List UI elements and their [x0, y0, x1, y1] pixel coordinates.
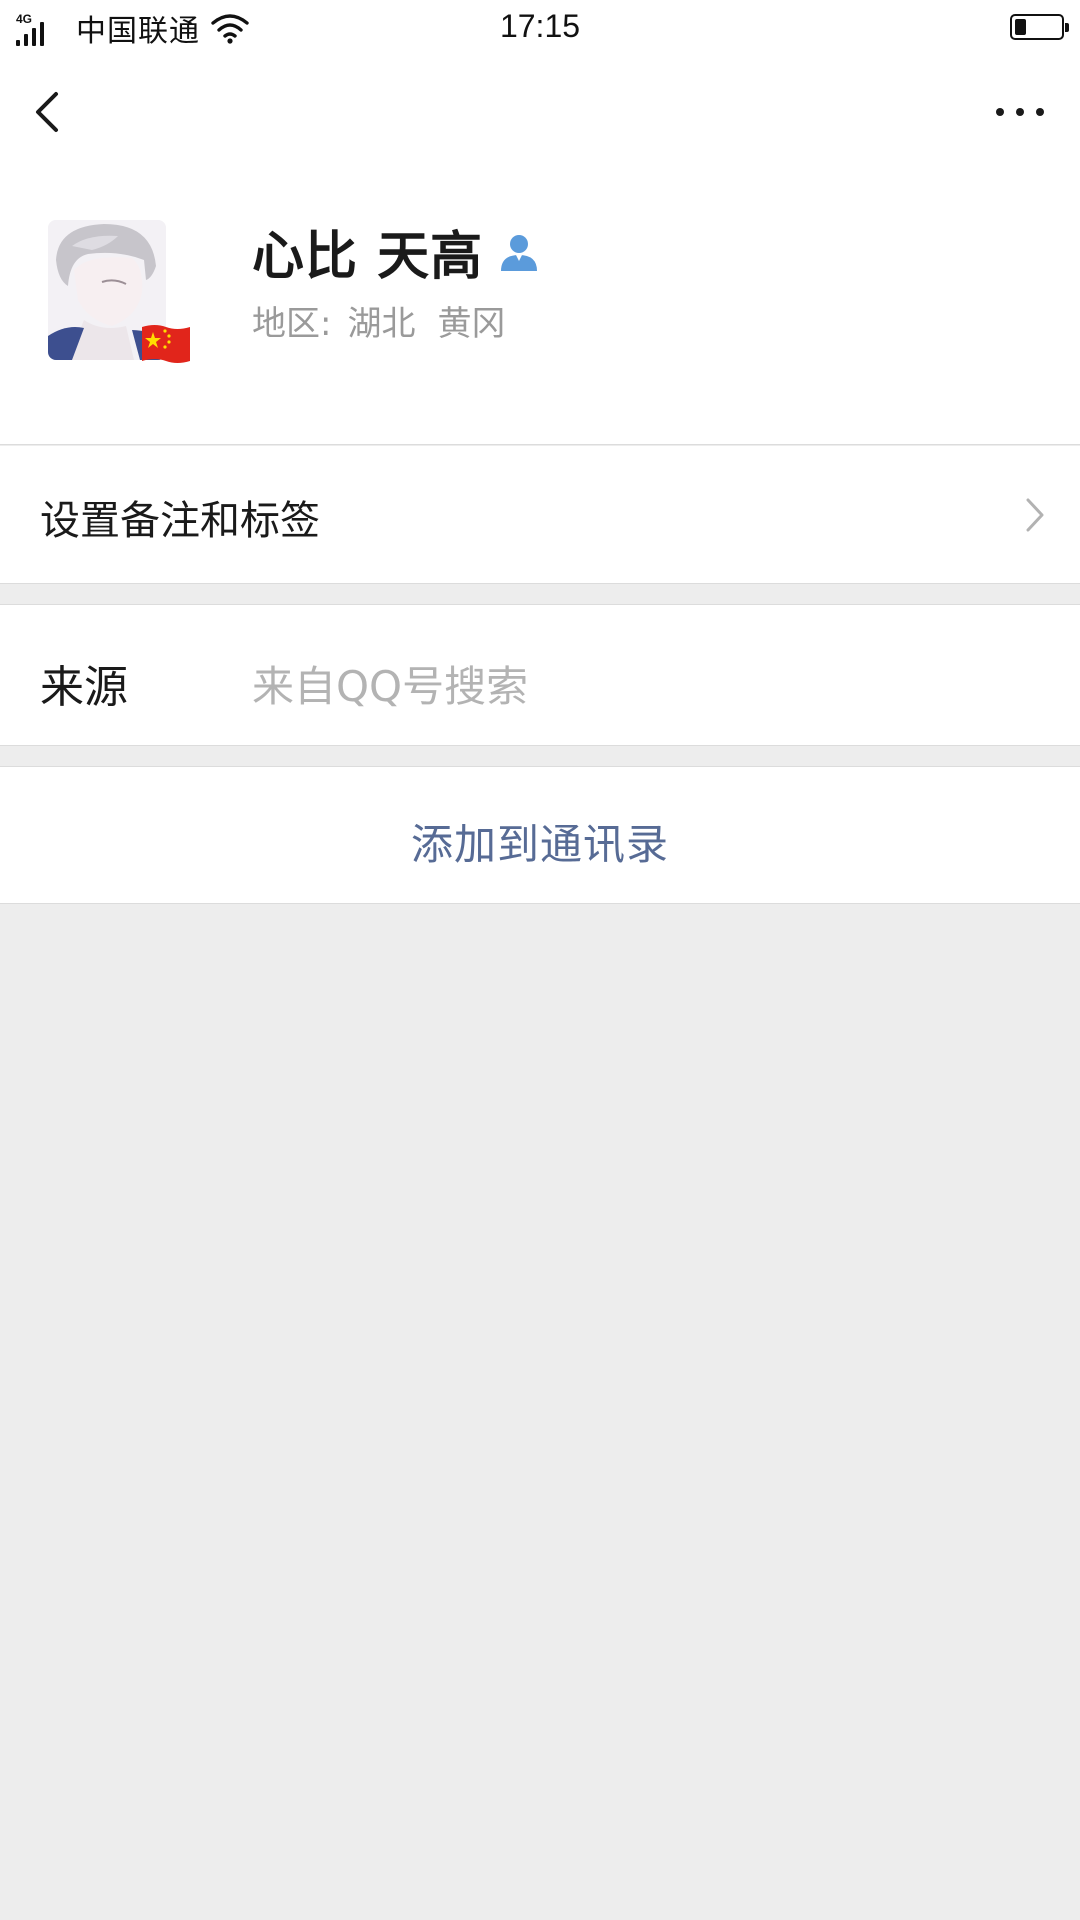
name-row: 心比 天高 [252, 214, 539, 289]
region-row: 地区: 湖北 黄冈 [252, 296, 527, 345]
status-bar: 4G 中国联通 17:15 [0, 0, 1080, 56]
region-city: 黄冈 [437, 304, 506, 344]
add-to-contacts-button[interactable]: 添加到通讯录 [0, 766, 1080, 904]
source-cell: 来源 来自QQ号搜索 [0, 604, 1080, 746]
more-horizontal-icon[interactable] [990, 92, 1050, 132]
male-user-icon [501, 234, 538, 271]
contact-profile-screen: 4G 中国联通 17:15 心比 天高 地区: 湖北 黄冈 设置备注和标签 来源… [0, 0, 1080, 1920]
china-flag-icon [142, 325, 190, 363]
set-remark-tags-label: 设置备注和标签 [40, 498, 320, 544]
chevron-left-icon[interactable] [24, 82, 74, 142]
region-label: 地区: [252, 304, 332, 344]
profile-header: 心比 天高 地区: 湖北 黄冈 [0, 170, 1080, 445]
contact-name: 心比 天高 [252, 227, 484, 287]
source-value: 来自QQ号搜索 [252, 662, 529, 711]
set-remark-tags-cell[interactable]: 设置备注和标签 [0, 446, 1080, 584]
region-province: 湖北 [347, 304, 416, 344]
battery-level [1015, 19, 1026, 35]
battery-icon [1010, 14, 1069, 40]
source-label: 来源 [40, 662, 128, 713]
status-time: 17:15 [499, 8, 581, 44]
add-to-contacts-label: 添加到通讯录 [410, 820, 669, 869]
chevron-right-icon [1026, 498, 1044, 532]
nav-bar [0, 56, 1080, 170]
